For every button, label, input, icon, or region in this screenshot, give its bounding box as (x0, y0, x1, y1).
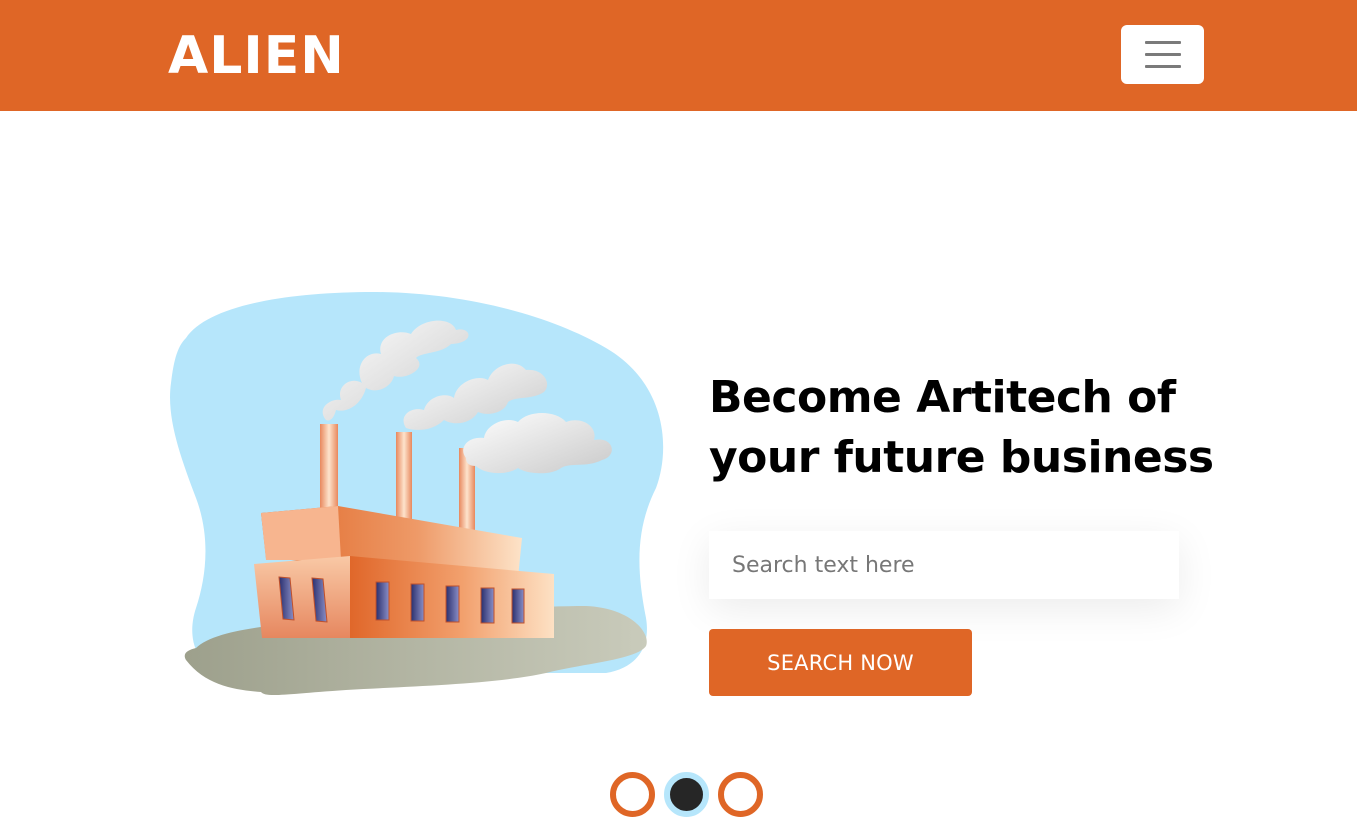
hamburger-menu-icon-bar (1144, 65, 1181, 68)
hero-headline: Become Artitech of your future business (709, 368, 1229, 488)
search-now-button[interactable]: SEARCH NOW (709, 629, 972, 696)
factory-illustration (170, 291, 664, 696)
site-header: ALIEN (0, 0, 1357, 111)
search-box (709, 531, 1179, 599)
carousel-indicator-2-active[interactable] (664, 772, 709, 817)
hero-headline-line2: your future business (709, 432, 1214, 483)
carousel-indicator-3[interactable] (718, 772, 763, 817)
hamburger-menu-icon (1144, 41, 1181, 44)
search-input[interactable] (709, 531, 1179, 599)
hamburger-menu-icon-bar (1144, 53, 1181, 56)
menu-toggle-button[interactable] (1121, 25, 1204, 84)
carousel-indicator-1[interactable] (610, 772, 655, 817)
hero-headline-line1: Become Artitech of (709, 372, 1176, 423)
brand-logo[interactable]: ALIEN (168, 26, 345, 86)
